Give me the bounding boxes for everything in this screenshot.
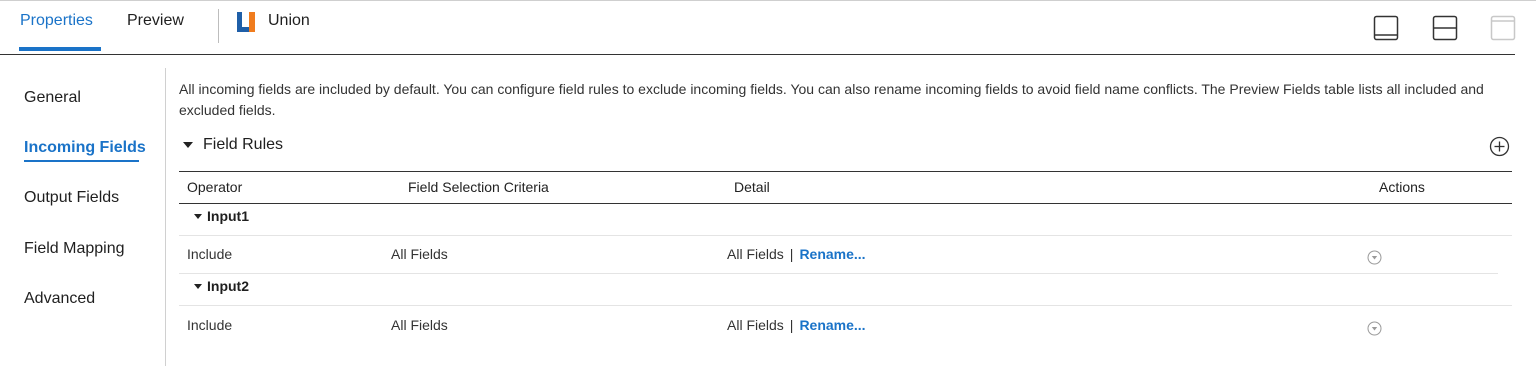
caret-down-icon: [194, 213, 202, 219]
column-header-detail: Detail: [734, 179, 770, 195]
cell-operator: Include: [187, 246, 233, 262]
column-header-operator: Operator: [187, 179, 243, 195]
layout-top-panel-icon[interactable]: [1490, 15, 1516, 41]
section-title: Field Rules: [203, 136, 284, 153]
union-icon: [237, 12, 255, 32]
header-bottom-border: [0, 54, 1515, 55]
table-header-border: [179, 203, 1512, 204]
rename-link[interactable]: Rename...: [799, 246, 865, 262]
row-actions-menu-icon[interactable]: [1367, 321, 1382, 336]
group-name: Input2: [207, 278, 249, 294]
caret-down-icon: [194, 283, 202, 289]
row-actions-menu-icon[interactable]: [1367, 250, 1382, 265]
add-rule-icon[interactable]: [1489, 136, 1510, 157]
cell-criteria: All Fields: [391, 317, 448, 333]
header-divider: [218, 9, 219, 43]
table-top-border: [179, 171, 1512, 172]
cell-operator: Include: [187, 317, 233, 333]
layout-bottom-panel-icon[interactable]: [1373, 15, 1399, 41]
cell-detail: All Fields | Rename...: [727, 246, 866, 262]
group-header-input1[interactable]: Input1: [194, 208, 249, 224]
nav-item-general[interactable]: General: [24, 89, 81, 107]
nav-active-indicator: [24, 160, 139, 162]
detail-text: All Fields: [727, 246, 784, 262]
detail-text: All Fields: [727, 317, 784, 333]
row-divider: [179, 273, 1498, 274]
tab-properties[interactable]: Properties: [20, 12, 93, 30]
detail-separator: |: [789, 317, 794, 333]
row-divider: [179, 305, 1512, 306]
layout-split-panel-icon[interactable]: [1432, 15, 1458, 41]
caret-down-icon: [183, 142, 193, 148]
rename-link[interactable]: Rename...: [799, 317, 865, 333]
object-name: Union: [268, 12, 310, 29]
nav-item-field-mapping[interactable]: Field Mapping: [24, 240, 125, 258]
cell-detail: All Fields | Rename...: [727, 317, 866, 333]
column-header-actions: Actions: [1379, 179, 1425, 195]
nav-item-output-fields[interactable]: Output Fields: [24, 189, 119, 207]
incoming-fields-description: All incoming fields are included by defa…: [179, 81, 1484, 118]
group-header-input2[interactable]: Input2: [194, 278, 249, 294]
nav-divider: [165, 68, 166, 366]
tab-active-indicator: [19, 47, 101, 51]
nav-item-incoming-fields[interactable]: Incoming Fields: [24, 139, 146, 157]
nav-item-advanced[interactable]: Advanced: [24, 290, 95, 308]
group-name: Input1: [207, 208, 249, 224]
cell-criteria: All Fields: [391, 246, 448, 262]
panel-header: Properties Preview Union: [0, 0, 1536, 55]
row-divider: [179, 235, 1512, 236]
column-header-field-selection-criteria: Field Selection Criteria: [408, 179, 549, 195]
field-rules-toggle[interactable]: Field Rules: [183, 136, 283, 154]
tab-preview[interactable]: Preview: [127, 12, 184, 30]
detail-separator: |: [789, 246, 794, 262]
